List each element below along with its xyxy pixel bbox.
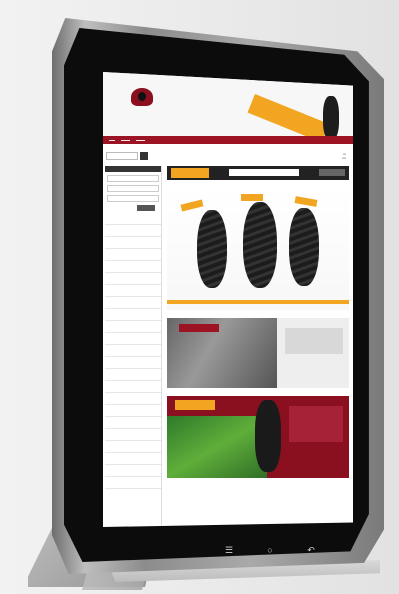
filter-button <box>319 169 345 176</box>
category-item <box>105 405 161 417</box>
menu-icon: ☰ <box>225 545 234 555</box>
category-item <box>105 309 161 321</box>
tire-image <box>243 202 277 288</box>
category-item <box>105 345 161 357</box>
hero-banner <box>167 188 349 310</box>
category-item <box>105 441 161 453</box>
category-item <box>105 213 161 225</box>
category-item <box>105 285 161 297</box>
photo-scene: ▪▪▪▪ ▪▪▪ ▪▪▪ ▬▬ ▬▬▬ ▬▬▬ ▪▪▪▪▪▪▪ <box>0 0 399 594</box>
back-icon: ↶ <box>307 545 315 555</box>
main-content <box>167 166 349 526</box>
promo-ad-1 <box>167 318 349 388</box>
category-item <box>105 381 161 393</box>
tire-image <box>197 210 227 288</box>
sidebar-field <box>107 185 159 192</box>
category-item <box>105 333 161 345</box>
search-input <box>106 152 138 160</box>
logo-icon <box>131 88 153 106</box>
hero-strip <box>167 300 349 304</box>
filter-tab <box>171 168 209 178</box>
price-tag <box>241 194 263 201</box>
search-button <box>140 152 148 160</box>
filter-select <box>229 169 299 176</box>
price-tag <box>294 196 318 207</box>
category-item <box>105 321 161 333</box>
category-item <box>105 477 161 489</box>
category-item <box>105 297 161 309</box>
category-item <box>105 237 161 249</box>
price-tag <box>180 199 204 212</box>
search-row: ▪▪▪ ▪▪▪▪ <box>106 152 350 162</box>
ad-text-block <box>289 406 343 442</box>
category-item <box>105 249 161 261</box>
sidebar-search-button <box>137 205 155 211</box>
category-item <box>105 369 161 381</box>
sidebar-field <box>107 195 159 202</box>
tire-filter-bar <box>167 166 349 180</box>
promo-ad-2 <box>167 396 349 478</box>
sidebar <box>105 166 162 526</box>
nav-item: ▬▬▬ <box>136 138 145 142</box>
category-item <box>105 429 161 441</box>
cart-summary: ▪▪▪ ▪▪▪▪ <box>341 152 346 160</box>
ad-label <box>179 324 219 332</box>
tablet-screen: ▪▪▪▪ ▪▪▪ ▪▪▪ ▬▬ ▬▬▬ ▬▬▬ ▪▪▪▪▪▪▪ <box>103 72 353 527</box>
sidebar-heading <box>105 166 161 172</box>
header-tire-image <box>323 96 339 140</box>
ad-field-photo <box>167 416 267 478</box>
nav-item: ▬▬ <box>109 138 115 142</box>
ad-text-block <box>285 328 343 354</box>
category-item <box>105 393 161 405</box>
category-item <box>105 225 161 237</box>
main-nav: ▬▬ ▬▬▬ ▬▬▬ <box>103 136 353 144</box>
sidebar-field <box>107 175 159 182</box>
ad-label <box>175 400 215 410</box>
tire-image <box>289 208 319 286</box>
tablet-hardware-buttons: ☰ ○ ↶ <box>225 543 315 557</box>
home-icon: ○ <box>267 545 273 555</box>
category-item <box>105 453 161 465</box>
category-item <box>105 261 161 273</box>
category-item <box>105 273 161 285</box>
category-item <box>105 465 161 477</box>
category-item <box>105 357 161 369</box>
nav-item: ▬▬▬ <box>121 138 130 142</box>
ad-tire-image <box>255 400 281 472</box>
category-item <box>105 417 161 429</box>
